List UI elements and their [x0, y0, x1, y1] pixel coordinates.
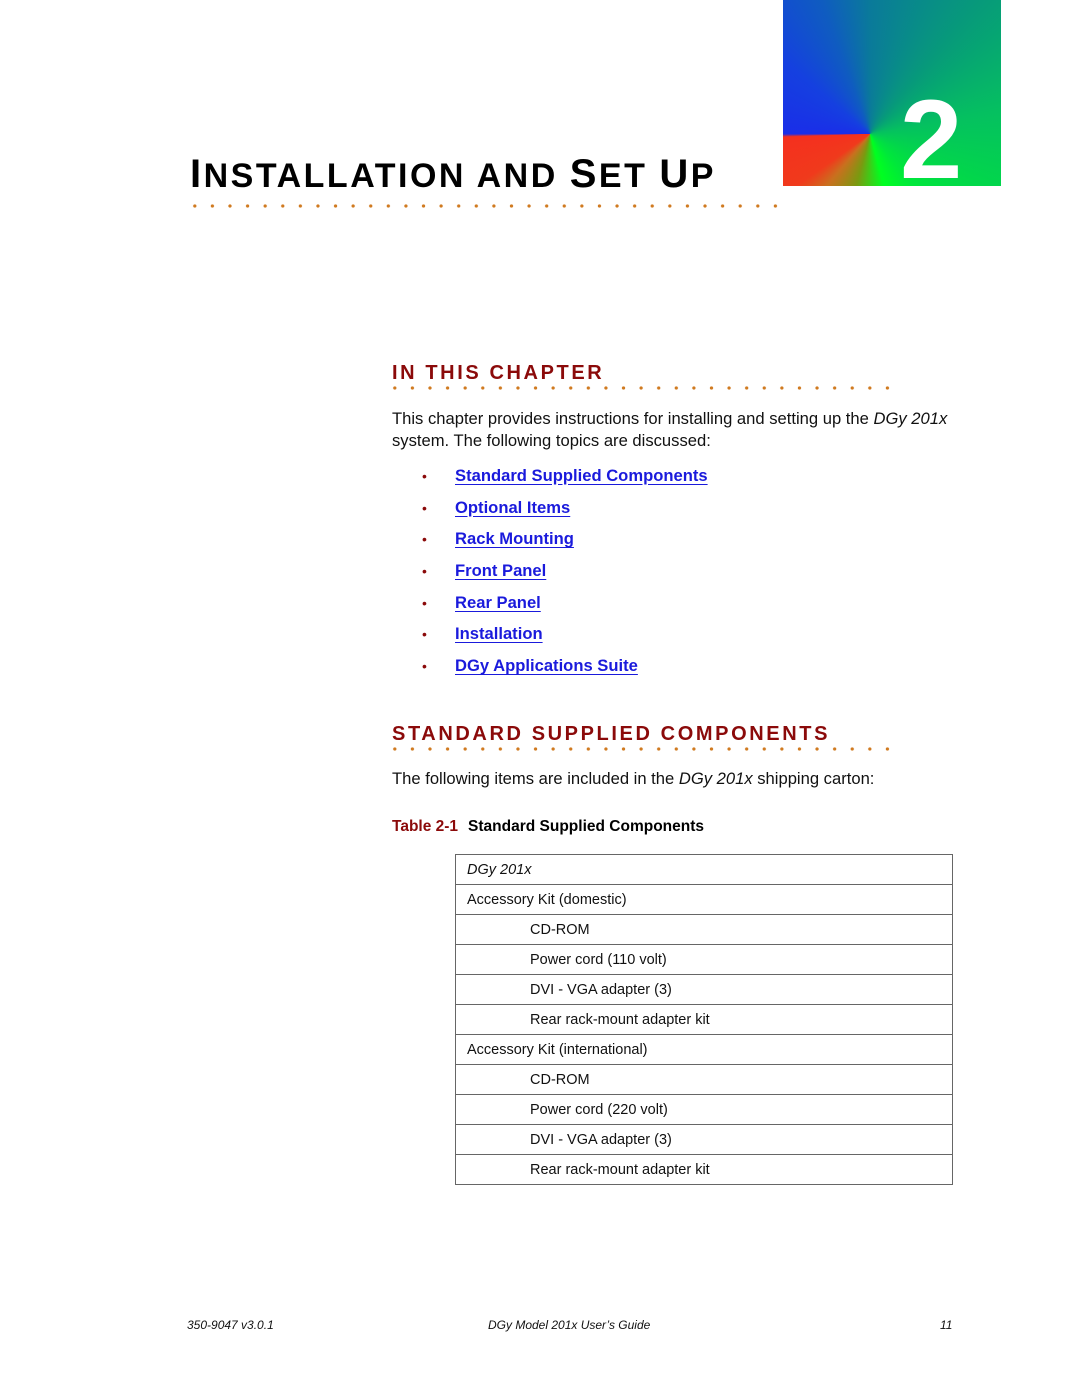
table-cell-item: CD-ROM [455, 1064, 953, 1095]
table-cell-group: Accessory Kit (domestic) [455, 884, 953, 915]
table-row: DVI - VGA adapter (3) [455, 1124, 953, 1155]
table-cell-item: Power cord (110 volt) [455, 944, 953, 975]
footer-doc-number: 350-9047 v3.0.1 [187, 1318, 274, 1332]
list-item: • Rear Panel [420, 587, 708, 619]
table-row: DGy 201x [455, 854, 953, 885]
topic-link-optional-items[interactable]: Optional Items [455, 498, 570, 518]
bullet-icon: • [422, 594, 427, 611]
list-item: • Rack Mounting [420, 523, 708, 555]
table-cell-group: Accessory Kit (international) [455, 1034, 953, 1065]
title-initial: I [190, 152, 204, 196]
in-this-chapter-heading: IN THIS CHAPTER [392, 362, 605, 384]
components-table: DGy 201x Accessory Kit (domestic) CD-ROM Po… [455, 854, 953, 1185]
topic-link-installation[interactable]: Installation [455, 624, 543, 644]
table-caption: Table 2-1 Standard Supplied Components [392, 818, 704, 836]
list-item: • Installation [420, 618, 708, 650]
table-row: DVI - VGA adapter (3) [455, 974, 953, 1005]
table-cell-item: DVI - VGA adapter (3) [455, 1124, 953, 1155]
title-rest: NSTALLATION AND [203, 157, 570, 195]
table-row: Accessory Kit (domestic) [455, 884, 953, 915]
table-row: Rear rack-mount adapter kit [455, 1004, 953, 1035]
table-row: Accessory Kit (international) [455, 1034, 953, 1065]
topic-list: • Standard Supplied Components • Optional … [420, 460, 708, 682]
table-row: CD-ROM [455, 1064, 953, 1095]
list-item: • Front Panel [420, 555, 708, 587]
table-cell-item: Power cord (220 volt) [455, 1094, 953, 1125]
topic-link-dgy-applications-suite[interactable]: DGy Applications Suite [455, 656, 638, 676]
topic-link-front-panel[interactable]: Front Panel [455, 561, 546, 581]
standard-components-dotted-rule [386, 747, 900, 751]
list-item: • DGy Applications Suite [420, 650, 708, 682]
table-cell-item: DVI - VGA adapter (3) [455, 974, 953, 1005]
topic-link-rack-mounting[interactable]: Rack Mounting [455, 529, 574, 549]
footer-doc-title: DGy Model 201x User’s Guide [488, 1318, 651, 1332]
standard-components-heading: STANDARD SUPPLIED COMPONENTS [392, 723, 831, 745]
chapter-title: INSTALLATION AND SET UP [190, 150, 716, 200]
bullet-icon: • [422, 626, 427, 643]
table-cell-item: CD-ROM [455, 914, 953, 945]
table-number: Table 2-1 [392, 818, 459, 835]
table-row: Rear rack-mount adapter kit [455, 1154, 953, 1185]
table-cell-item: Rear rack-mount adapter kit [455, 1154, 953, 1185]
title-rest: P [690, 157, 716, 195]
chapter-intro-text: This chapter provides instructions for i… [392, 409, 948, 450]
table-title: Standard Supplied Components [468, 818, 704, 835]
title-initial: S [569, 152, 599, 196]
bullet-icon: • [422, 531, 427, 548]
table-row: CD-ROM [455, 914, 953, 945]
bullet-icon: • [422, 499, 427, 516]
topic-link-rear-panel[interactable]: Rear Panel [455, 593, 541, 613]
bullet-icon: • [422, 467, 427, 484]
chapter-title-dotted-rule [186, 204, 784, 208]
list-item: • Optional Items [420, 492, 708, 524]
table-cell-header: DGy 201x [455, 854, 953, 885]
standard-components-intro-text: The following items are included in the … [392, 769, 875, 788]
topic-link-standard-supplied-components[interactable]: Standard Supplied Components [455, 466, 708, 486]
table-cell-item: Rear rack-mount adapter kit [455, 1004, 953, 1035]
chapter-number: 2 [900, 77, 963, 202]
title-rest: ET [598, 157, 660, 195]
table-row: Power cord (110 volt) [455, 944, 953, 975]
in-this-chapter-dotted-rule [386, 386, 900, 390]
bullet-icon: • [422, 562, 427, 579]
bullet-icon: • [422, 657, 427, 674]
table-row: Power cord (220 volt) [455, 1094, 953, 1125]
chapter-badge-graphic [783, 0, 1001, 186]
footer-page-number: 11 [940, 1318, 953, 1332]
list-item: • Standard Supplied Components [420, 460, 708, 492]
title-initial: U [659, 152, 691, 196]
